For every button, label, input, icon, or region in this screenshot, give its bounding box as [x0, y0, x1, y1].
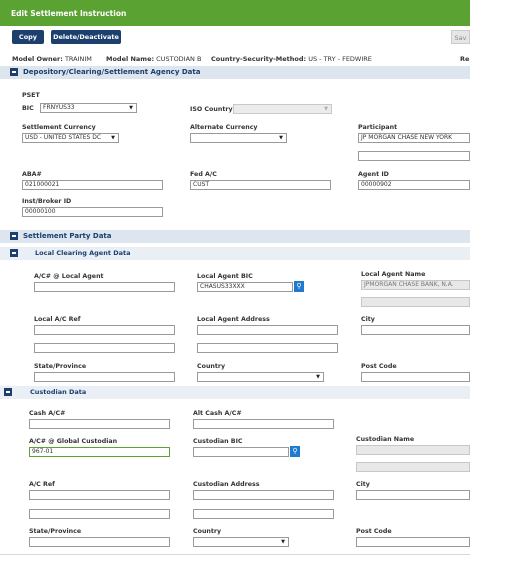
local-ac-ref-input-2[interactable]	[34, 343, 175, 353]
delete-deactivate-button[interactable]: Delete/Deactivate	[51, 30, 121, 44]
csm-label: Country-Security-Method:	[211, 55, 307, 63]
custodian-name-label: Custodian Name	[356, 436, 415, 443]
alt-cash-ac-input[interactable]	[193, 419, 334, 429]
custodian-ac-ref-input[interactable]	[29, 490, 170, 500]
local-post-code-label: Post Code	[361, 363, 397, 370]
custodian-address-input[interactable]	[193, 490, 334, 500]
custodian-name-input	[356, 445, 470, 455]
settlement-party-section-title: Settlement Party Data	[23, 232, 112, 240]
csm-value: US - TRY - FEDWIRE	[308, 55, 372, 63]
agent-id-input[interactable]: 00000902	[358, 180, 470, 190]
search-icon[interactable]: ⚲	[294, 281, 304, 292]
participant-input-2[interactable]	[358, 151, 470, 161]
local-agent-ac-input[interactable]	[34, 282, 175, 292]
custodian-post-code-label: Post Code	[356, 528, 392, 535]
custodian-city-label: City	[356, 481, 370, 488]
local-agent-address-label: Local Agent Address	[197, 316, 270, 323]
local-agent-bic-label: Local Agent BIC	[197, 273, 253, 280]
custodian-post-code-input[interactable]	[356, 537, 470, 547]
cash-ac-label: Cash A/C#	[29, 410, 66, 417]
fed-ac-input[interactable]: CUST	[190, 180, 331, 190]
meta-right-group: Re	[460, 55, 469, 63]
custodian-address-label: Custodian Address	[193, 481, 260, 488]
collapse-icon[interactable]	[10, 232, 18, 240]
custodian-section-header[interactable]: Custodian Data	[0, 386, 470, 399]
custodian-name-input-2	[356, 462, 470, 472]
local-ac-ref-input[interactable]	[34, 325, 175, 335]
model-name-value: CUSTODIAN B	[156, 55, 202, 63]
custodian-country-select[interactable]	[193, 537, 289, 547]
settlement-party-section-header[interactable]: Settlement Party Data	[0, 230, 470, 243]
custodian-ac-ref-input-2[interactable]	[29, 509, 170, 519]
global-custodian-ac-input[interactable]: 967-01	[29, 447, 170, 457]
copy-button[interactable]: Copy	[12, 30, 44, 44]
custodian-state-input[interactable]	[29, 537, 170, 547]
pset-label: PSET	[22, 92, 40, 99]
custodian-city-input[interactable]	[356, 490, 470, 500]
iso-country-select[interactable]	[233, 104, 332, 114]
participant-label: Participant	[358, 124, 398, 131]
custodian-state-label: State/Province	[29, 528, 82, 535]
custodian-country-label: Country	[193, 528, 222, 535]
aba-input[interactable]: 021000021	[22, 180, 163, 190]
alternate-currency-label: Alternate Currency	[190, 124, 258, 131]
local-country-select[interactable]	[197, 372, 324, 382]
settlement-currency-select[interactable]: USD - UNITED STATES DC	[22, 133, 119, 143]
model-owner-value: TRAINIM	[64, 55, 92, 63]
local-agent-name-input-2	[361, 297, 470, 307]
custodian-section-title: Custodian Data	[30, 388, 87, 396]
local-state-label: State/Province	[34, 363, 87, 370]
local-agent-section-title: Local Clearing Agent Data	[35, 249, 131, 257]
model-name-group: Model Name: CUSTODIAN B	[106, 55, 201, 63]
alt-cash-ac-label: Alt Cash A/C#	[193, 410, 242, 417]
custodian-address-input-2[interactable]	[193, 509, 334, 519]
custodian-bic-label: Custodian BIC	[193, 438, 243, 445]
local-post-code-input[interactable]	[361, 372, 470, 382]
settlement-currency-label: Settlement Currency	[22, 124, 96, 131]
collapse-icon[interactable]	[4, 388, 12, 396]
local-ac-ref-label: Local A/C Ref	[34, 316, 81, 323]
local-state-input[interactable]	[34, 372, 175, 382]
bic-select[interactable]: FRNYUS33	[40, 103, 137, 113]
local-agent-address-input-2[interactable]	[197, 343, 338, 353]
local-country-label: Country	[197, 363, 226, 370]
section-divider	[0, 554, 470, 555]
model-owner-label: Model Owner:	[12, 55, 63, 63]
country-security-method-group: Country-Security-Method: US - TRY - FEDW…	[211, 55, 372, 63]
collapse-icon[interactable]	[10, 249, 18, 257]
alternate-currency-select[interactable]	[190, 133, 287, 143]
depository-section-header[interactable]: Depository/Clearing/Settlement Agency Da…	[0, 66, 470, 79]
participant-input[interactable]: JP MORGAN CHASE NEW YORK	[358, 133, 470, 143]
search-icon[interactable]: ⚲	[290, 446, 300, 457]
fed-ac-label: Fed A/C	[190, 171, 217, 178]
local-agent-name-label: Local Agent Name	[361, 271, 426, 278]
window-title: Edit Settlement Instruction	[11, 9, 127, 18]
inst-broker-input[interactable]: 00000100	[22, 207, 163, 217]
collapse-icon[interactable]	[10, 68, 18, 76]
custodian-ac-ref-label: A/C Ref	[29, 481, 55, 488]
local-city-input[interactable]	[361, 325, 470, 335]
local-city-label: City	[361, 316, 375, 323]
cash-ac-input[interactable]	[29, 419, 170, 429]
save-button[interactable]: Sav	[451, 30, 470, 44]
model-meta-line: Model Owner: TRAINIM	[12, 55, 92, 63]
depository-section-title: Depository/Clearing/Settlement Agency Da…	[23, 68, 201, 76]
local-agent-ac-label: A/C# @ Local Agent	[34, 273, 104, 280]
local-agent-section-header[interactable]: Local Clearing Agent Data	[0, 247, 470, 260]
local-agent-name-input: JPMORGAN CHASE BANK, N.A.	[361, 280, 470, 290]
meta-right-label: Re	[460, 55, 470, 63]
aba-label: ABA#	[22, 171, 42, 178]
global-custodian-ac-label: A/C# @ Global Custodian	[29, 438, 118, 445]
model-name-label: Model Name:	[106, 55, 155, 63]
window-title-bar: Edit Settlement Instruction	[0, 0, 470, 26]
iso-country-label: ISO Country	[190, 106, 233, 113]
custodian-bic-input[interactable]	[193, 447, 289, 457]
local-agent-address-input[interactable]	[197, 325, 338, 335]
bic-label: BIC	[22, 105, 34, 112]
agent-id-label: Agent ID	[358, 171, 389, 178]
inst-broker-label: Inst/Broker ID	[22, 198, 72, 205]
local-agent-bic-input[interactable]: CHASUS33XXX	[197, 282, 293, 292]
